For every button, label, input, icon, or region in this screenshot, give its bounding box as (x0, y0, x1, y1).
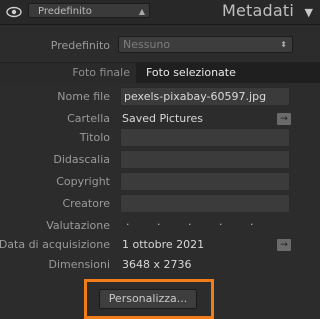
tab-selected-photos[interactable]: Foto selezionate (136, 63, 320, 83)
dimensions-value: 3648 x 2736 (122, 258, 192, 271)
capture-date-value: 1 ottobre 2021 (122, 238, 205, 251)
creator-field[interactable] (120, 194, 290, 213)
title-field[interactable] (120, 128, 290, 147)
capture-date-goto-button[interactable]: → (277, 239, 291, 251)
panel-header: Predefinito ▲ Metadati ▼ (0, 0, 320, 25)
capture-date-label: Data di acquisizione (0, 238, 110, 251)
caption-field[interactable] (120, 150, 290, 169)
tab-final-photo[interactable]: Foto finale (0, 63, 136, 83)
metadata-preset-select[interactable]: Predefinito ▲ (28, 3, 150, 18)
preset-dropdown-value: Nessuno (123, 38, 171, 51)
folder-goto-button[interactable]: → (277, 113, 291, 125)
eye-icon[interactable] (6, 5, 22, 19)
preset-dropdown[interactable]: Nessuno ⬍ (118, 36, 293, 53)
caption-label: Didascalia (53, 153, 110, 166)
folder-label: Cartella (67, 112, 110, 125)
panel-title: Metadati (221, 1, 294, 20)
preset-label: Predefinito (50, 39, 110, 52)
customize-button[interactable]: Personalizza... (99, 289, 197, 309)
copyright-label: Copyright (56, 175, 110, 188)
dimensions-label: Dimensioni (48, 258, 110, 271)
creator-label: Creatore (62, 197, 110, 210)
copyright-field[interactable] (120, 172, 290, 191)
filename-field[interactable]: pexels-pixabay-60597.jpg (120, 87, 290, 106)
select-arrows-icon: ▲ (138, 7, 145, 16)
metadata-preset-select-value: Predefinito (38, 6, 92, 17)
filename-label: Nome file (57, 90, 110, 103)
target-tabs: Foto finale Foto selezionate (0, 62, 320, 83)
folder-value: Saved Pictures (122, 112, 204, 125)
rating-label: Valutazione (46, 219, 110, 232)
rating-stars[interactable]: · · · · · (126, 218, 265, 231)
select-arrows-icon: ⬍ (280, 40, 287, 49)
title-label: Titolo (79, 131, 110, 144)
triangle-down-icon[interactable]: ▼ (305, 6, 313, 19)
